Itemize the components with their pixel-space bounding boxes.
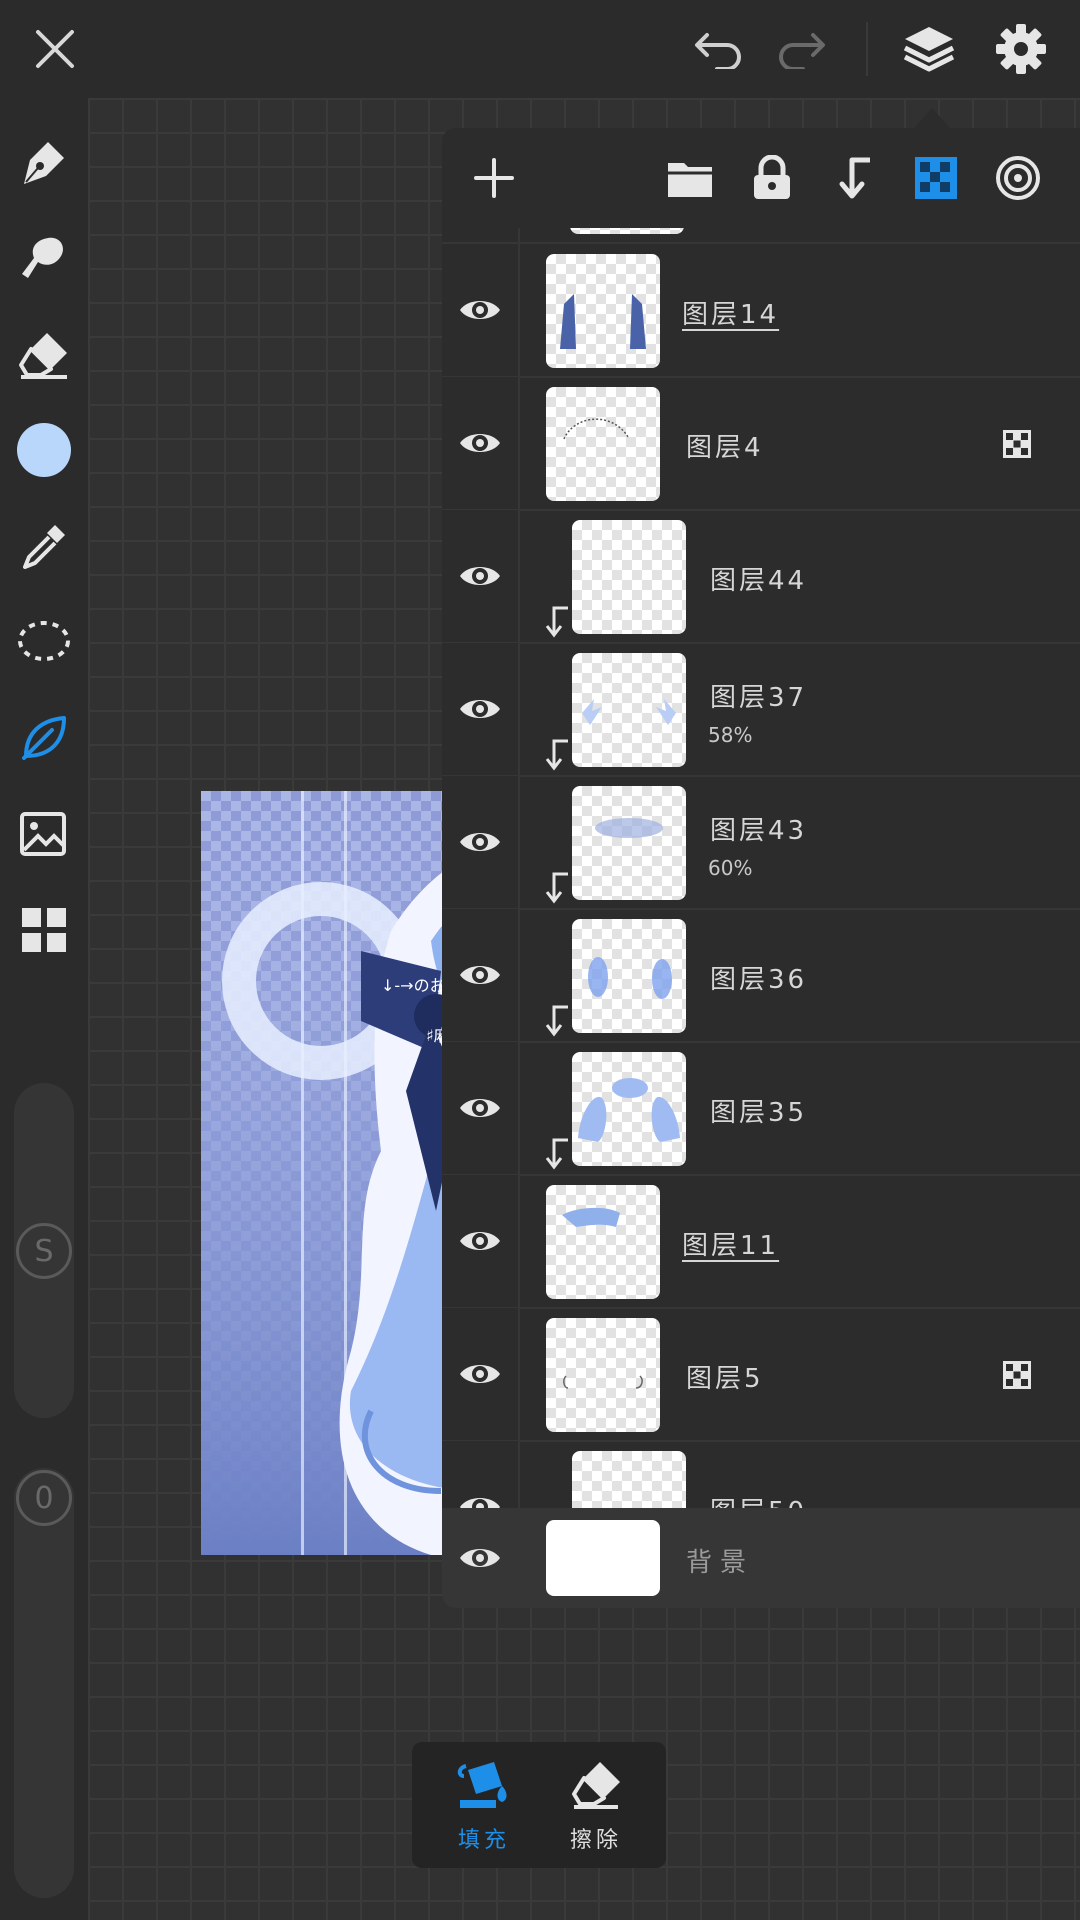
fill-label: 填充	[457, 1828, 510, 1853]
eye-column	[442, 1175, 520, 1307]
left-toolbar: S 0	[0, 98, 88, 1920]
layer-row[interactable]: 图层36	[442, 909, 1080, 1043]
layer-name: 图层44	[710, 566, 808, 596]
undo-icon[interactable]	[686, 16, 752, 82]
layer-row[interactable]	[442, 228, 1080, 244]
layer-opacity: 58%	[708, 723, 753, 747]
layer-row[interactable]: 图层37 58%	[442, 643, 1080, 777]
layers-list[interactable]: 图层14 图层4 图层44 图层37 58% 图层43 60% 图层36 图层3…	[442, 228, 1080, 1608]
clipping-mask-icon	[545, 739, 568, 771]
layer-thumbnail	[572, 520, 686, 634]
layer-thumbnail	[572, 919, 686, 1033]
leaf-brush-icon[interactable]	[10, 704, 78, 772]
alpha-locked-badge-icon	[1003, 1361, 1031, 1389]
visibility-eye-icon[interactable]	[458, 953, 502, 997]
redo-icon[interactable]	[768, 16, 834, 82]
alpha-locked-badge-icon	[1003, 430, 1031, 458]
brush-opacity-slider[interactable]: 0	[14, 1468, 74, 1898]
eye-column	[442, 377, 520, 509]
alpha-lock-icon[interactable]	[906, 148, 966, 208]
image-import-icon[interactable]	[10, 800, 78, 868]
layer-name: 图层4	[686, 433, 764, 463]
brush-opacity-knob[interactable]: 0	[16, 1470, 72, 1526]
layers-panel-header	[442, 128, 1080, 228]
pen-icon[interactable]	[10, 128, 78, 196]
layer-row[interactable]: 图层44	[442, 510, 1080, 644]
settings-icon[interactable]	[988, 16, 1054, 82]
layer-thumbnail	[572, 786, 686, 900]
eye-column	[442, 244, 520, 376]
brush-size-slider[interactable]: S	[14, 1083, 74, 1418]
eyedropper-icon[interactable]	[10, 512, 78, 580]
layer-name: 图层37	[710, 683, 808, 713]
eye-column	[442, 776, 520, 908]
folder-icon[interactable]	[660, 148, 720, 208]
layer-row[interactable]: 图层35	[442, 1042, 1080, 1176]
top-bar	[0, 0, 1080, 98]
brush-size-knob[interactable]: S	[16, 1223, 72, 1279]
eraser-icon[interactable]	[10, 320, 78, 388]
erase-button[interactable]: 擦除	[546, 1756, 646, 1856]
close-icon[interactable]	[22, 16, 88, 82]
layer-name: 图层5	[686, 1364, 764, 1394]
layer-row[interactable]: 图层43 60%	[442, 776, 1080, 910]
layer-name: 图层11	[682, 1231, 780, 1261]
eye-column	[442, 643, 520, 775]
panel-pointer	[912, 108, 952, 130]
visibility-eye-icon[interactable]	[458, 1352, 502, 1396]
visibility-eye-icon[interactable]	[458, 820, 502, 864]
layer-name: 图层35	[710, 1098, 808, 1128]
layer-name: 图层14	[682, 300, 780, 330]
visibility-eye-icon[interactable]	[458, 421, 502, 465]
reference-icon[interactable]	[988, 148, 1048, 208]
layer-row[interactable]: 图层5	[442, 1308, 1080, 1442]
layers-icon[interactable]	[896, 16, 962, 82]
eraser-icon	[572, 1762, 620, 1809]
background-layer-row[interactable]: 背景	[442, 1508, 1080, 1608]
clipping-mask-icon	[545, 606, 568, 638]
eye-column	[442, 228, 520, 242]
background-layer-name: 背景	[686, 1548, 755, 1578]
layer-row[interactable]: 图层11	[442, 1175, 1080, 1309]
layer-thumbnail	[546, 254, 660, 368]
clipping-mask-icon	[545, 1005, 568, 1037]
layer-thumbnail	[546, 1185, 660, 1299]
color-swatch[interactable]	[10, 416, 78, 484]
clipping-mask-icon	[545, 872, 568, 904]
paint-bucket-icon	[457, 1762, 507, 1808]
fill-tool-bar: 填充 擦除	[412, 1742, 666, 1868]
eye-column	[442, 1308, 520, 1440]
layer-row[interactable]: 图层14	[442, 244, 1080, 378]
eye-column	[442, 1042, 520, 1174]
layer-thumbnail	[546, 387, 660, 501]
clipping-mask-icon	[545, 1138, 568, 1170]
visibility-eye-icon[interactable]	[458, 554, 502, 598]
visibility-eye-icon[interactable]	[458, 687, 502, 731]
visibility-eye-icon[interactable]	[458, 288, 502, 332]
layers-panel: 图层14 图层4 图层44 图层37 58% 图层43 60% 图层36 图层3…	[442, 128, 1080, 1608]
visibility-eye-icon[interactable]	[458, 1086, 502, 1130]
layer-row[interactable]: 图层4	[442, 377, 1080, 511]
layer-name: 图层36	[710, 965, 808, 995]
layer-thumbnail	[570, 228, 684, 234]
gallery-grid-icon[interactable]	[10, 896, 78, 964]
eye-column	[442, 909, 520, 1041]
visibility-eye-icon[interactable]	[458, 1219, 502, 1263]
lasso-icon[interactable]	[10, 608, 78, 676]
fill-button[interactable]: 填充	[434, 1756, 534, 1856]
layer-thumbnail	[572, 653, 686, 767]
layer-name: 图层43	[710, 816, 808, 846]
clip-icon[interactable]	[824, 148, 884, 208]
background-thumbnail	[546, 1520, 660, 1596]
layer-opacity: 60%	[708, 856, 753, 880]
visibility-eye-icon[interactable]	[458, 1536, 502, 1580]
layer-thumbnail	[546, 1318, 660, 1432]
eye-column	[442, 510, 520, 642]
lock-icon[interactable]	[742, 148, 802, 208]
erase-label: 擦除	[569, 1828, 622, 1853]
add-layer-icon[interactable]	[464, 148, 524, 208]
toolbar-divider	[866, 22, 868, 76]
layer-thumbnail	[572, 1052, 686, 1166]
smudge-icon[interactable]	[10, 224, 78, 292]
